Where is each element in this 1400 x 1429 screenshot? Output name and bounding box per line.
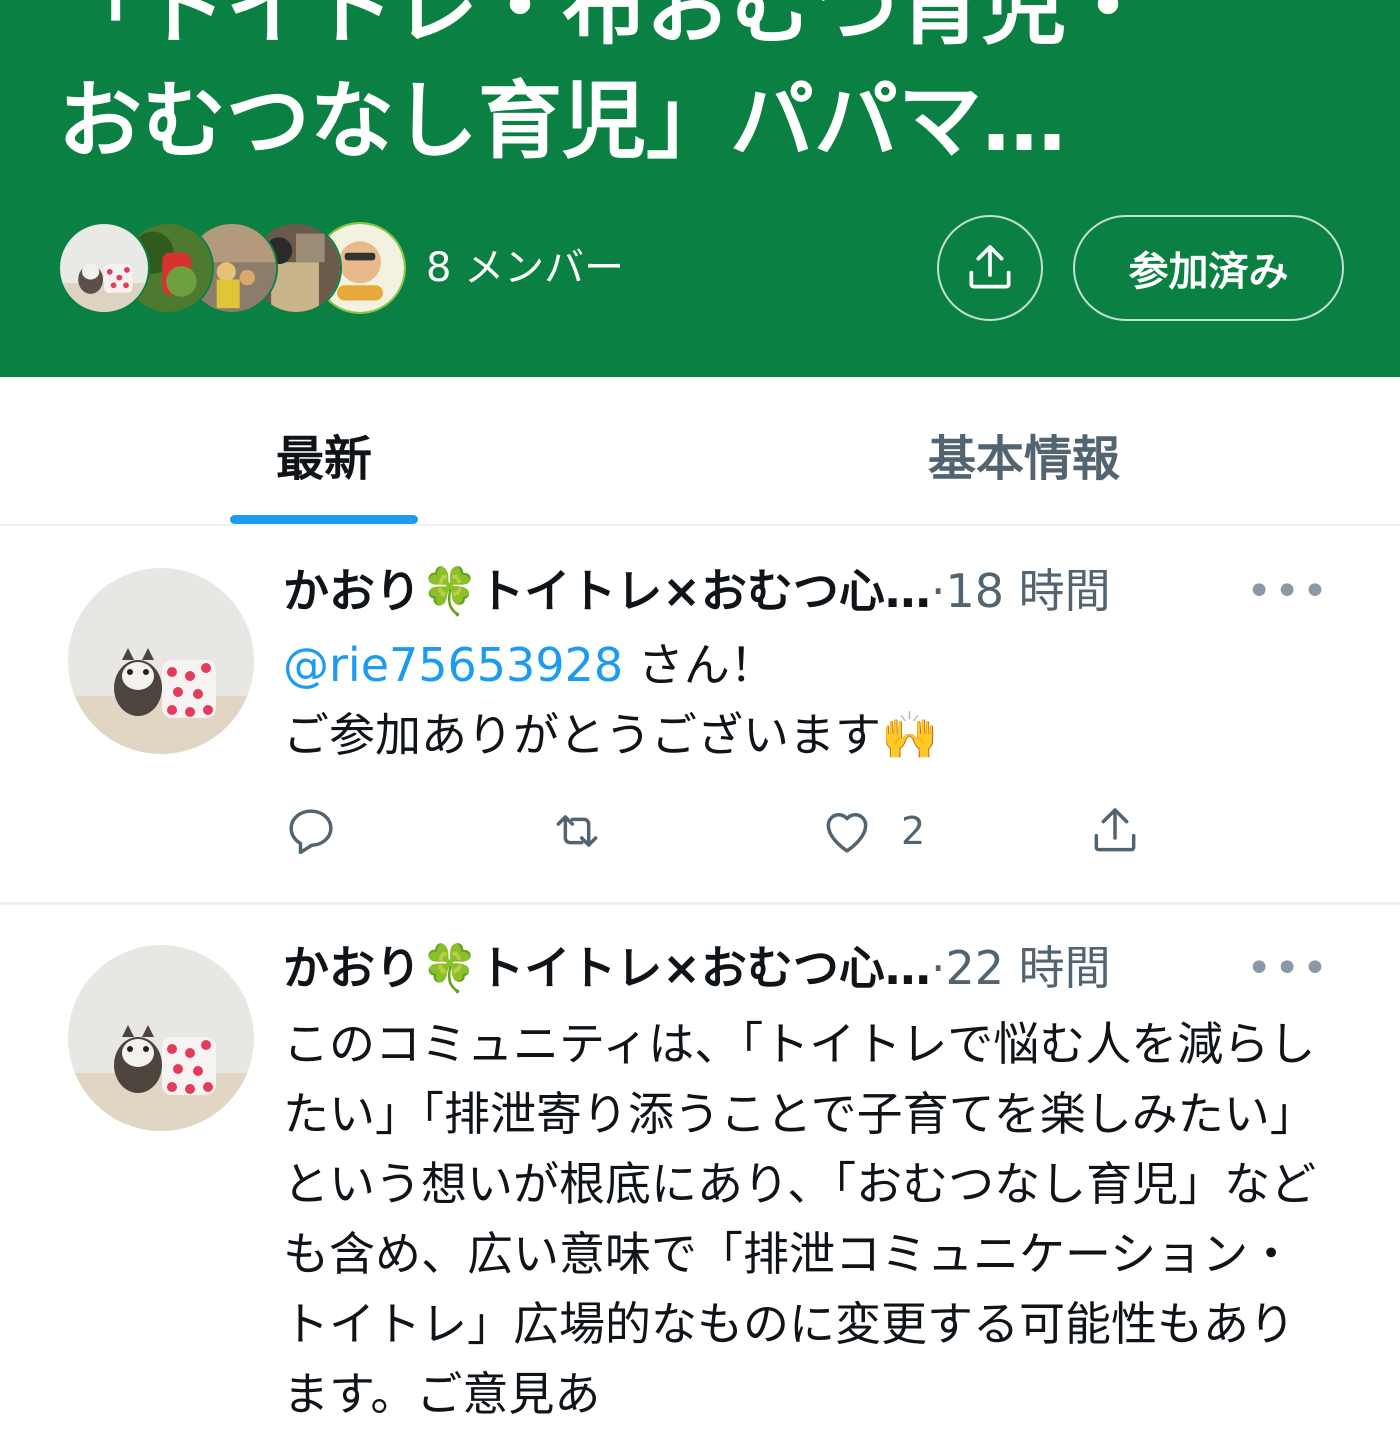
- timestamp[interactable]: 18 時間: [945, 564, 1110, 618]
- share-community-button[interactable]: [937, 215, 1043, 321]
- reply-button[interactable]: [283, 796, 339, 866]
- more-options-icon[interactable]: •••: [1246, 947, 1330, 991]
- mention-link[interactable]: @rie75653928: [283, 638, 623, 692]
- retweet-button[interactable]: [549, 796, 605, 866]
- like-button[interactable]: 2: [819, 796, 925, 866]
- tweet[interactable]: かおり🍀トイトレ×おむつ心…·22 時間 ••• このコミュニティは、「トイトレ…: [0, 905, 1400, 1421]
- separator-dot: ·: [930, 564, 946, 618]
- tweet-text: このコミュニティは、「トイトレで悩む人を減らしたい」「排泄寄り添うことで子育てを…: [283, 1017, 1317, 1421]
- member-avatars[interactable]: [58, 222, 406, 318]
- heart-icon: [826, 813, 868, 853]
- tab-about[interactable]: 基本情報: [674, 377, 1374, 524]
- community-title-line-2: おむつなし育児」パパマ…: [58, 72, 1067, 170]
- tweet-actions: 2: [283, 796, 1183, 866]
- share-icon: [1094, 808, 1136, 852]
- joined-button[interactable]: 参加済み: [1073, 215, 1344, 321]
- avatar[interactable]: [68, 945, 254, 1131]
- tab-about-label: 基本情報: [927, 431, 1120, 487]
- tab-latest[interactable]: 最新: [0, 377, 674, 524]
- tweet-header: かおり🍀トイトレ×おむつ心…·18 時間: [283, 556, 1283, 626]
- author-name[interactable]: かおり🍀トイトレ×おむつ心…: [283, 556, 931, 626]
- community-title: 「トイトレ・布おむつ育児・ おむつなし育児」パパマ…: [58, 0, 1378, 178]
- community-title-line-1: 「トイトレ・布おむつ育児・: [58, 0, 1151, 56]
- like-count: 2: [901, 809, 926, 853]
- share-button[interactable]: [1087, 796, 1143, 866]
- retweet-icon: [556, 815, 598, 847]
- more-options-icon[interactable]: •••: [1246, 570, 1330, 614]
- separator-dot: ·: [930, 941, 946, 995]
- community-tabs: 最新 基本情報: [0, 377, 1400, 526]
- community-header: 「トイトレ・布おむつ育児・ おむつなし育児」パパマ… 8 メンバー 参加済み: [0, 0, 1400, 377]
- tweet[interactable]: かおり🍀トイトレ×おむつ心…·18 時間 ••• @rie75653928 さん…: [0, 528, 1400, 905]
- timestamp[interactable]: 22 時間: [945, 941, 1110, 995]
- tweet-text-line-1: さん！: [623, 638, 776, 692]
- reply-icon: [289, 809, 333, 855]
- tab-latest-label: 最新: [275, 431, 372, 487]
- share-icon: [969, 245, 1011, 289]
- member-avatar: [58, 222, 150, 314]
- tweet-text: @rie75653928 さん！ ご参加ありがとうございます🙌: [283, 630, 1323, 770]
- author-name[interactable]: かおり🍀トイトレ×おむつ心…: [283, 933, 931, 1003]
- tweet-header: かおり🍀トイトレ×おむつ心…·22 時間: [283, 933, 1283, 1003]
- tweet-text-line-2: ご参加ありがとうございます🙌: [283, 708, 939, 762]
- member-count[interactable]: 8 メンバー: [426, 242, 624, 294]
- avatar[interactable]: [68, 568, 254, 754]
- active-tab-indicator: [230, 515, 418, 524]
